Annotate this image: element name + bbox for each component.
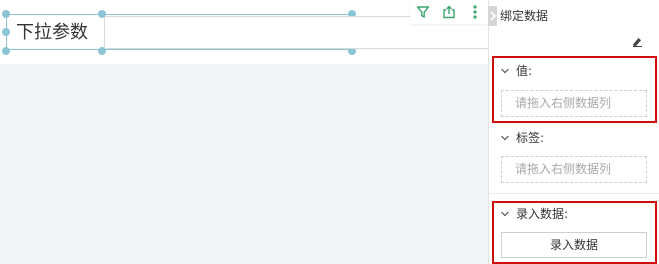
widget-toolbar <box>410 0 488 24</box>
value-dropzone[interactable]: 请拖入右侧数据列 <box>501 90 647 117</box>
param-label: 下拉参数 <box>16 22 88 43</box>
entry-section-label: 录入数据: <box>516 207 569 221</box>
design-canvas: 下拉参数 <box>0 0 488 264</box>
more-vertical-icon[interactable] <box>466 3 484 21</box>
resize-handle-top-left[interactable] <box>2 10 10 18</box>
tag-dropzone[interactable]: 请拖入右侧数据列 <box>501 156 647 183</box>
entry-section-header[interactable]: 录入数据: <box>500 206 568 222</box>
resize-handle-top-center[interactable] <box>98 10 106 18</box>
resize-handle-bottom-left[interactable] <box>2 47 10 55</box>
chevron-down-icon <box>501 211 509 217</box>
resize-handle-left[interactable] <box>2 28 10 36</box>
filter-icon[interactable] <box>414 3 432 21</box>
value-section-header[interactable]: 值: <box>500 63 532 79</box>
tag-section-header[interactable]: 标签: <box>500 130 544 146</box>
section-divider <box>489 193 659 194</box>
chevron-right-icon <box>489 11 496 21</box>
export-icon[interactable] <box>440 3 458 21</box>
dropdown-param-widget[interactable]: 下拉参数 <box>0 0 488 64</box>
panel-title: 绑定数据 <box>500 9 549 23</box>
value-section-label: 值: <box>516 64 533 78</box>
tag-section-label: 标签: <box>516 131 545 145</box>
chevron-down-icon <box>501 68 509 74</box>
eraser-icon[interactable] <box>630 33 644 47</box>
chevron-down-icon <box>501 135 509 141</box>
resize-handle-bottom-center[interactable] <box>98 47 106 55</box>
panel-collapse-tab[interactable] <box>488 6 497 26</box>
entry-data-button[interactable]: 录入数据 <box>501 232 647 258</box>
